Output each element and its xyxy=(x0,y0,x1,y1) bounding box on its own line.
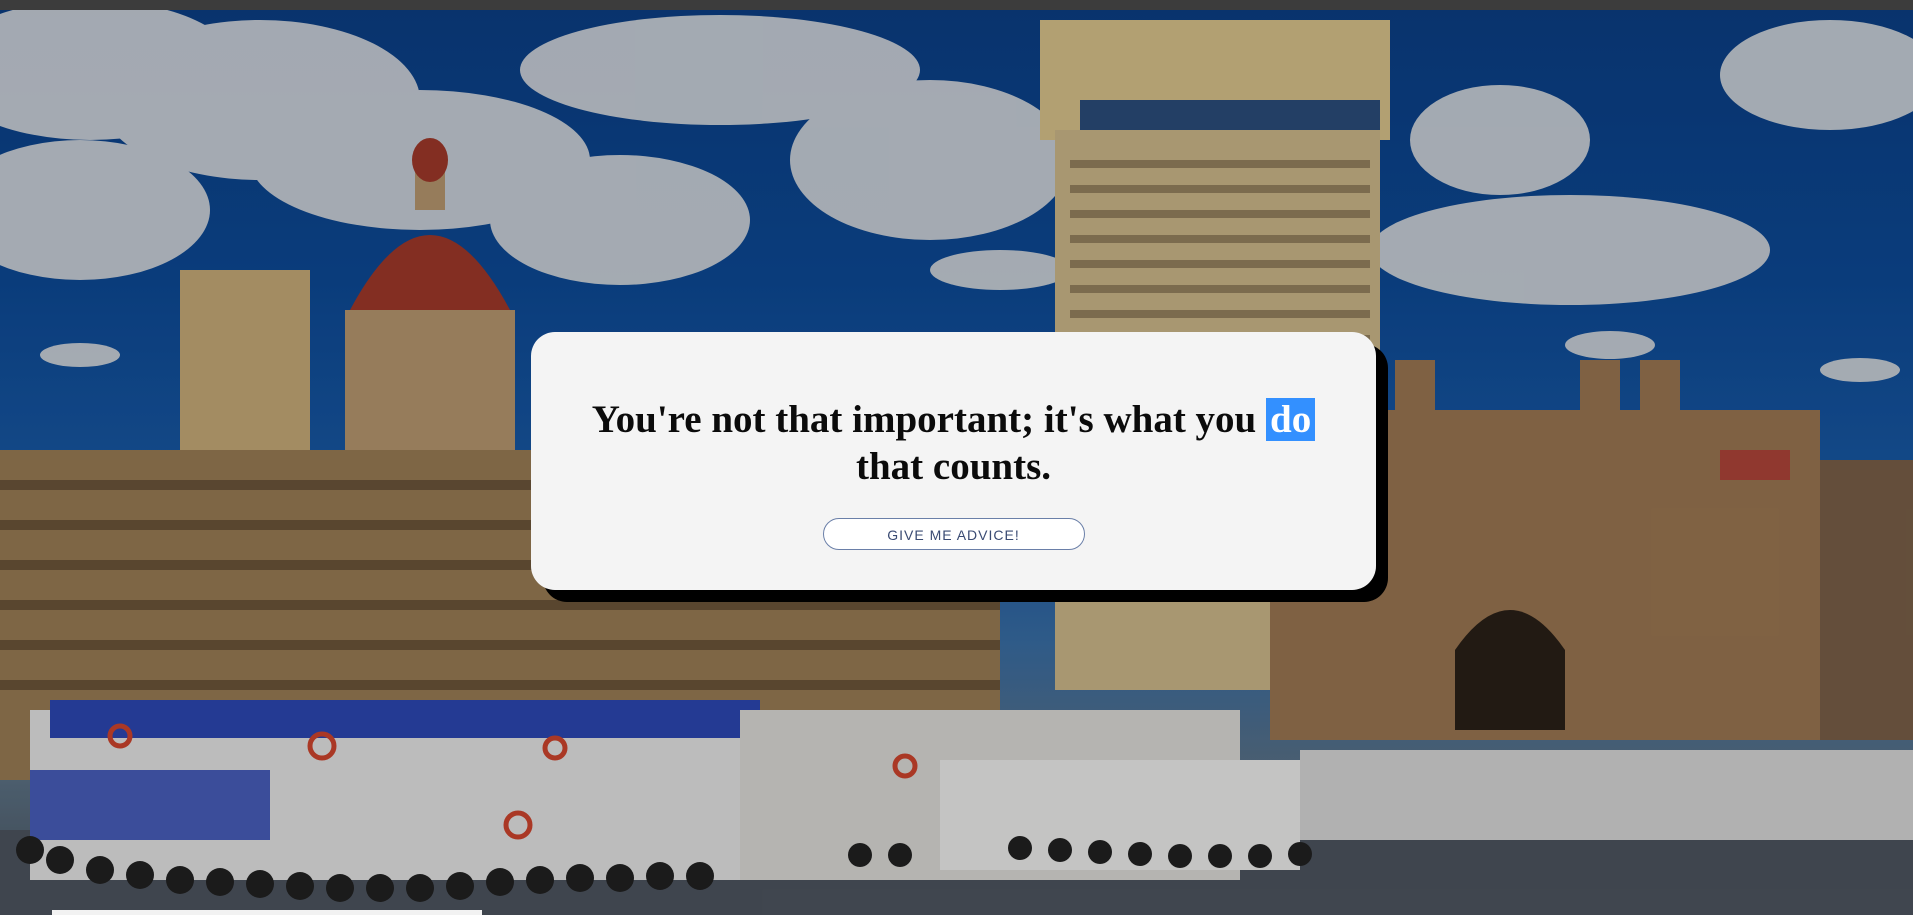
bottom-progress-strip xyxy=(52,910,482,915)
give-advice-button[interactable]: GIVE ME ADVICE! xyxy=(822,518,1085,550)
advice-quote: You're not that important; it's what you… xyxy=(574,396,1334,490)
quote-text-after: that counts. xyxy=(855,445,1052,488)
browser-top-edge xyxy=(0,0,1913,10)
quote-highlighted-word: do xyxy=(1266,398,1316,441)
advice-card: You're not that important; it's what you… xyxy=(531,332,1376,590)
quote-text-before: You're not that important; it's what you xyxy=(591,398,1266,441)
